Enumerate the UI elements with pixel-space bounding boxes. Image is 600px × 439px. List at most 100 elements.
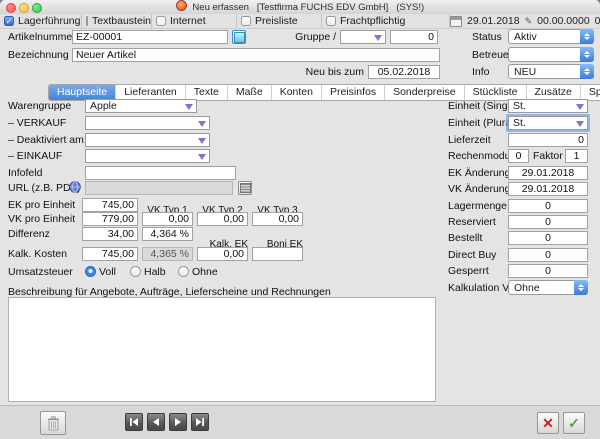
url-input[interactable] — [85, 181, 233, 195]
dropdown-arrow-icon — [198, 154, 206, 160]
bezeichnung-input[interactable] — [72, 48, 440, 62]
file-grid-icon — [240, 183, 251, 193]
info-popup[interactable]: NEU — [508, 64, 594, 79]
delete-button[interactable] — [40, 411, 66, 435]
trash-icon — [47, 416, 60, 431]
previous-record-icon — [151, 417, 161, 427]
rechenmodus-input[interactable] — [508, 149, 529, 163]
ek-aenderung-input[interactable] — [508, 166, 588, 180]
next-record-button[interactable] — [169, 413, 187, 431]
reserviert-label: Reserviert — [448, 216, 496, 229]
direct-buy-label: Direct Buy — [448, 249, 496, 262]
kalk-ek-input[interactable] — [197, 247, 248, 261]
checkbox-checked-icon[interactable]: ✓ — [4, 16, 14, 26]
info-value: NEU — [514, 66, 536, 79]
warengruppe-dropdown[interactable]: Apple — [85, 99, 197, 113]
previous-record-button[interactable] — [147, 413, 165, 431]
radio-ohne-label: Ohne — [192, 266, 218, 279]
checkbox-unchecked-icon[interactable] — [326, 16, 336, 26]
deaktiviert-am-label: – Deaktiviert am: — [8, 134, 87, 147]
last-record-button[interactable] — [191, 413, 209, 431]
infofeld-label: Infofeld — [8, 167, 42, 180]
einheit-sing-dropdown[interactable]: St. — [508, 99, 588, 113]
checkbox-internet[interactable]: Internet — [152, 14, 237, 28]
einheit-plural-value: St. — [513, 117, 526, 130]
warengruppe-value: Apple — [90, 100, 117, 113]
radio-ohne[interactable] — [178, 266, 189, 277]
status-popup[interactable]: Aktiv — [508, 29, 594, 44]
tab-specs[interactable]: Specs — [581, 85, 600, 100]
neu-bis-zum-input[interactable] — [368, 65, 440, 79]
vk-pro-einheit-label: VK pro Einheit — [8, 213, 75, 226]
checkbox-lagerfuehrung[interactable]: ✓ Lagerführung — [0, 14, 82, 28]
tab-texte[interactable]: Texte — [186, 85, 228, 100]
checkbox-unchecked-icon[interactable] — [241, 16, 251, 26]
radio-voll-label: Voll — [99, 266, 116, 279]
bottom-toolbar: ✕ ✓ — [0, 405, 600, 439]
gesperrt-input[interactable] — [508, 264, 588, 278]
direct-buy-input[interactable] — [508, 248, 588, 262]
einheit-plural-dropdown[interactable]: St. — [508, 116, 588, 130]
radio-voll[interactable] — [85, 266, 96, 277]
checkbox-unchecked-icon[interactable] — [156, 16, 166, 26]
status-value: Aktiv — [514, 31, 537, 44]
vk-aenderung-input[interactable] — [508, 182, 588, 196]
vk-typ1-input[interactable] — [142, 212, 193, 226]
checkbox-textbaustein[interactable]: Textbaustein — [82, 14, 152, 28]
tab-konten[interactable]: Konten — [272, 85, 322, 100]
browse-file-button[interactable] — [238, 181, 252, 195]
betreuer-popup[interactable] — [508, 47, 594, 62]
checkbox-label: Textbaustein — [92, 15, 151, 27]
lagermenge-input[interactable] — [508, 199, 588, 213]
warengruppe-label: Warengruppe — [8, 100, 71, 113]
beschreibung-textarea[interactable] — [8, 297, 436, 402]
gruppe-dropdown[interactable] — [340, 30, 386, 44]
vk-pro-einheit-input[interactable] — [82, 212, 138, 226]
reserviert-input[interactable] — [508, 215, 588, 229]
differenz-input[interactable] — [82, 227, 138, 241]
tab-stueckliste[interactable]: Stückliste — [465, 85, 527, 100]
artikelnummer-input[interactable] — [72, 30, 228, 44]
einkauf-dropdown[interactable] — [85, 149, 210, 163]
dropdown-arrow-icon — [198, 138, 206, 144]
infofeld-input[interactable] — [85, 166, 236, 180]
tab-hauptseite[interactable]: Hauptseite — [49, 85, 116, 100]
vk-typ3-input[interactable] — [252, 212, 303, 226]
tab-masse[interactable]: Maße — [228, 85, 272, 100]
toolbar-time: 00:00 — [595, 15, 600, 27]
confirm-button[interactable]: ✓ — [563, 412, 585, 434]
checkbox-unchecked-icon[interactable] — [86, 16, 88, 26]
verkauf-dropdown[interactable] — [85, 116, 210, 130]
checkbox-frachtpflichtig[interactable]: Frachtpflichtig — [322, 14, 450, 28]
gruppe-number-input[interactable] — [390, 30, 438, 44]
ek-pro-einheit-input[interactable] — [82, 198, 138, 212]
generate-number-button[interactable] — [232, 30, 246, 44]
lieferzeit-label: Lieferzeit — [448, 134, 491, 147]
dropdown-arrow-icon — [374, 35, 382, 41]
tab-zusaetze[interactable]: Zusätze — [527, 85, 581, 100]
dropdown-arrow-icon — [576, 104, 584, 110]
checkbox-preisliste[interactable]: Preisliste — [237, 14, 322, 28]
boni-ek-input[interactable] — [252, 247, 303, 261]
vk-typ2-input[interactable] — [197, 212, 248, 226]
cancel-button[interactable]: ✕ — [537, 412, 559, 434]
rechenmodus-label: Rechenmodus — [448, 150, 516, 163]
tab-preisinfos[interactable]: Preisinfos — [322, 85, 385, 100]
globe-icon[interactable] — [69, 181, 81, 193]
tab-lieferanten[interactable]: Lieferanten — [116, 85, 186, 100]
first-record-button[interactable] — [125, 413, 143, 431]
kalkulation-vk-value: Ohne — [514, 282, 540, 295]
tab-sonderpreise[interactable]: Sonderpreise — [385, 85, 464, 100]
stepper-icon — [580, 47, 594, 62]
dropdown-arrow-icon — [576, 121, 584, 127]
kalk-kosten-input[interactable] — [82, 247, 138, 261]
kalkulation-vk-popup[interactable]: Ohne — [508, 280, 588, 295]
bestellt-input[interactable] — [508, 231, 588, 245]
differenz-percent-input[interactable] — [142, 227, 193, 241]
checkbox-label: Preisliste — [255, 15, 298, 27]
faktor-input[interactable] — [565, 149, 588, 163]
notepad-icon — [234, 32, 245, 43]
deaktiviert-am-dropdown[interactable] — [85, 133, 210, 147]
lieferzeit-input[interactable] — [508, 133, 588, 147]
radio-halb[interactable] — [130, 266, 141, 277]
